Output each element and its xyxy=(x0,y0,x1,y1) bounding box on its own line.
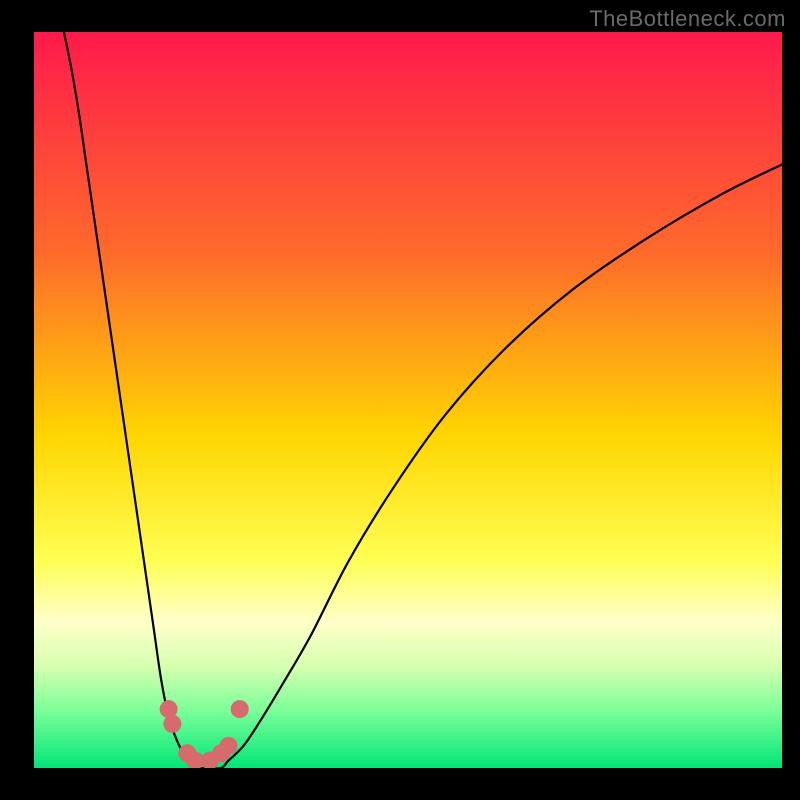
marker-dot xyxy=(163,715,181,733)
marker-dot xyxy=(231,700,249,718)
watermark-text: TheBottleneck.com xyxy=(589,6,786,32)
chart-canvas xyxy=(0,0,800,800)
plot-background xyxy=(34,32,782,768)
chart-frame: TheBottleneck.com xyxy=(0,0,800,800)
marker-dot xyxy=(219,737,237,755)
